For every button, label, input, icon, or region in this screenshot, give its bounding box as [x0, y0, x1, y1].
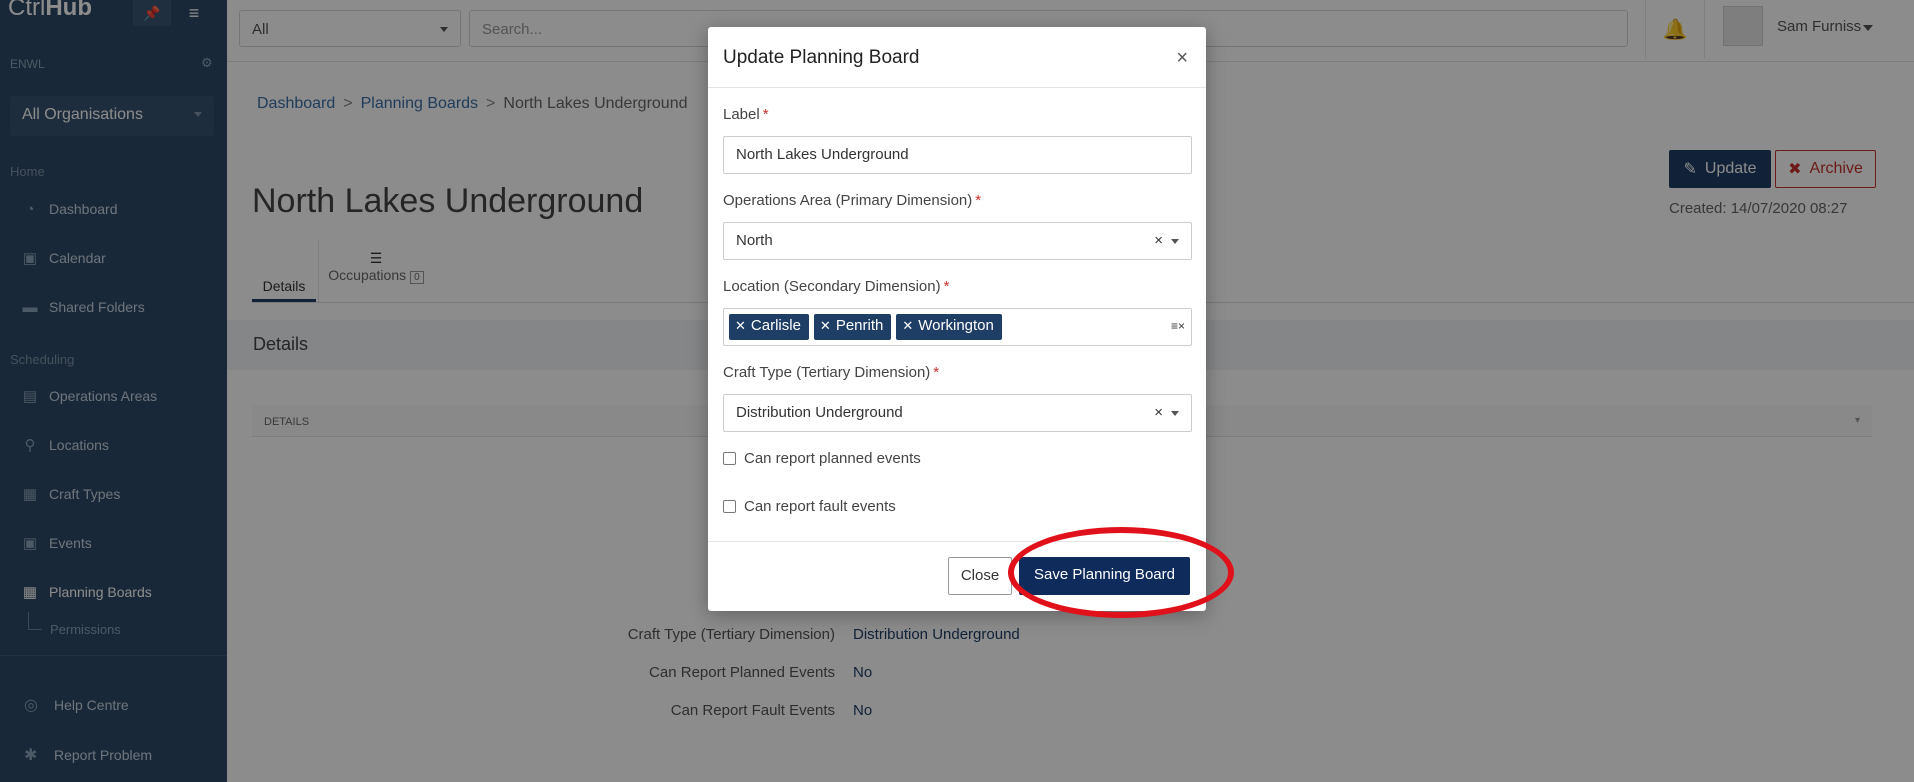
remove-tag-icon[interactable]: ✕ — [820, 318, 831, 333]
location-multiselect[interactable]: ✕ Carlisle ✕ Penrith ✕ Workington ≡× — [723, 308, 1192, 346]
field-label-text: Operations Area (Primary Dimension) — [723, 192, 973, 209]
required-marker: * — [975, 192, 982, 209]
craft-field-label: Craft Type (Tertiary Dimension) * — [723, 364, 939, 381]
tag-label: Carlisle — [750, 317, 801, 334]
field-label-text: Craft Type (Tertiary Dimension) — [723, 364, 931, 381]
can-report-fault-checkbox[interactable]: Can report fault events — [723, 498, 896, 515]
required-marker: * — [762, 106, 769, 123]
chevron-down-icon[interactable] — [1171, 239, 1179, 244]
craft-type-value: Distribution Underground — [736, 404, 903, 421]
location-tag-workington[interactable]: ✕ Workington — [896, 314, 1002, 340]
close-icon[interactable]: × — [1176, 47, 1188, 70]
tag-label: Workington — [918, 317, 994, 334]
modal-title: Update Planning Board — [723, 47, 920, 68]
field-label-text: Label — [723, 106, 760, 123]
remove-tag-icon[interactable]: ✕ — [902, 318, 913, 333]
close-button[interactable]: Close — [948, 557, 1012, 595]
craft-type-select[interactable]: Distribution Underground × — [723, 394, 1192, 432]
update-planning-board-modal: Update Planning Board × Label * North Lak… — [708, 27, 1206, 611]
field-label-text: Location (Secondary Dimension) — [723, 278, 941, 295]
label-field-label: Label * — [723, 106, 769, 123]
label-input[interactable]: North Lakes Underground — [723, 136, 1192, 174]
highlight-annotation — [1008, 527, 1234, 618]
location-tag-penrith[interactable]: ✕ Penrith — [813, 314, 892, 340]
clear-icon[interactable]: × — [1154, 232, 1163, 249]
ops-area-value: North — [736, 232, 773, 249]
checkbox-box[interactable] — [723, 452, 736, 465]
required-marker: * — [933, 364, 940, 381]
chevron-down-icon[interactable] — [1171, 411, 1179, 416]
clear-icon[interactable]: × — [1154, 404, 1163, 421]
location-field-label: Location (Secondary Dimension) * — [723, 278, 949, 295]
checkbox-label: Can report planned events — [744, 450, 921, 467]
checkbox-box[interactable] — [723, 500, 736, 513]
tag-label: Penrith — [835, 317, 884, 334]
remove-tag-icon[interactable]: ✕ — [735, 318, 746, 333]
clear-all-icon[interactable]: ≡× — [1171, 319, 1185, 333]
ops-area-field-label: Operations Area (Primary Dimension) * — [723, 192, 981, 209]
required-marker: * — [943, 278, 950, 295]
modal-header-divider — [708, 87, 1206, 88]
can-report-planned-checkbox[interactable]: Can report planned events — [723, 450, 921, 467]
ops-area-select[interactable]: North × — [723, 222, 1192, 260]
checkbox-label: Can report fault events — [744, 498, 896, 515]
location-tag-carlisle[interactable]: ✕ Carlisle — [729, 314, 809, 340]
